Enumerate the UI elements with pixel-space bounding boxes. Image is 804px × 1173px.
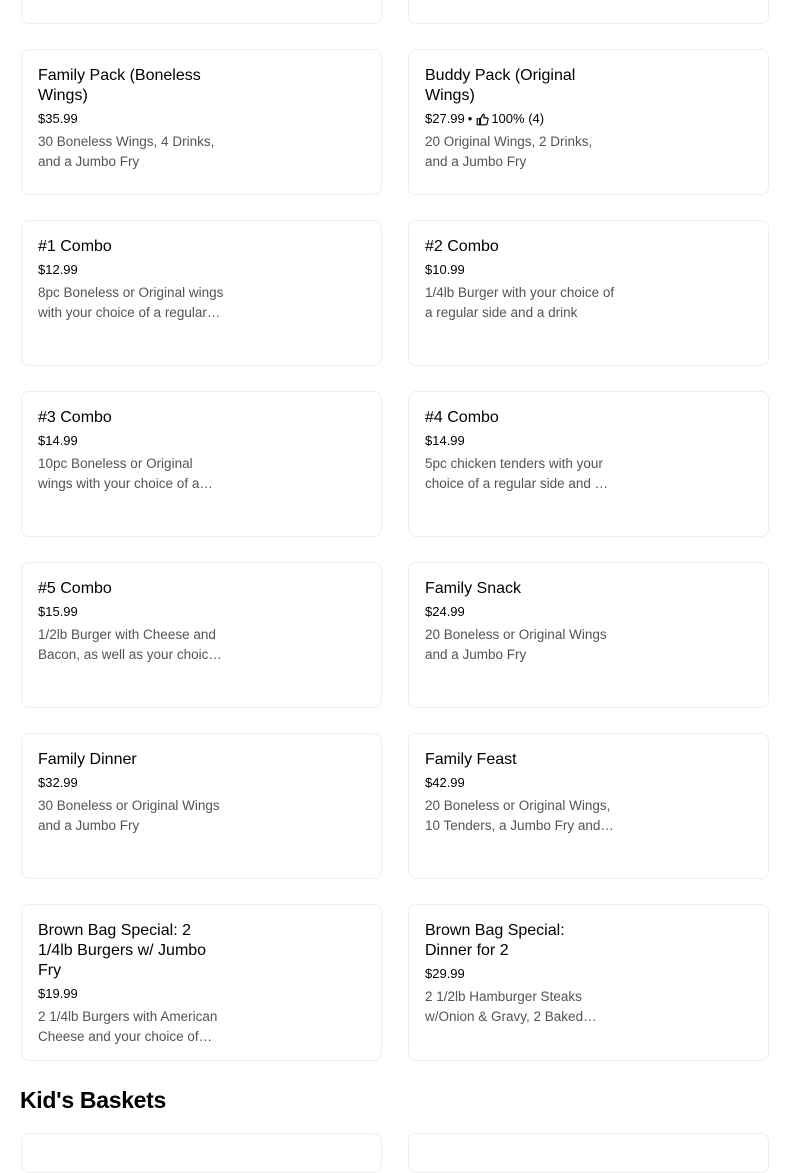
item-price: $35.99 xyxy=(38,111,78,126)
item-description: 5pc chicken tenders with your choice of … xyxy=(425,456,603,491)
item-price: $42.99 xyxy=(425,775,465,790)
item-price: $10.99 xyxy=(425,262,465,277)
menu-item-card[interactable]: Family Dinner $32.99 30 Boneless or Orig… xyxy=(21,733,382,879)
menu-item-card[interactable] xyxy=(408,1133,769,1173)
menu-item-card[interactable]: Family Pack (Boneless Wings) $35.99 30 B… xyxy=(21,49,382,195)
item-title: Family Pack (Boneless Wings) xyxy=(38,67,201,104)
item-rating: 100% (4) xyxy=(491,111,545,126)
item-price: $29.99 xyxy=(425,966,465,981)
item-price: $32.99 xyxy=(38,775,78,790)
item-description: 20 Original Wings, 2 Drinks, and a Jumbo… xyxy=(425,134,593,169)
menu-item-card[interactable]: Brown Bag Special: 2 1/4lb Burgers w/ Ju… xyxy=(21,904,382,1061)
item-description: 30 Boneless or Original Wings and a Jumb… xyxy=(38,798,220,833)
meta-separator: • xyxy=(467,111,473,126)
menu-item-card[interactable]: #1 Combo $12.99 8pc Boneless or Original… xyxy=(21,220,382,366)
item-description: 10pc Boneless or Original wings with you… xyxy=(38,456,200,491)
menu-item-card[interactable] xyxy=(408,0,769,24)
item-title: #2 Combo xyxy=(425,238,499,255)
item-description: 20 Boneless or Original Wings, 10 Tender… xyxy=(425,798,612,833)
item-description: 1/4lb Burger with your choice of a regul… xyxy=(425,285,615,320)
item-description: 30 Boneless Wings, 4 Drinks, and a Jumbo… xyxy=(38,134,215,169)
item-title: Family Snack xyxy=(425,580,522,597)
menu-item-card[interactable]: Family Snack $24.99 20 Boneless or Origi… xyxy=(408,562,769,708)
menu-item-card[interactable]: #5 Combo $15.99 1/2lb Burger with Cheese… xyxy=(21,562,382,708)
item-title: #4 Combo xyxy=(425,409,499,426)
item-description: 2 1/4lb Burgers with American Cheese and… xyxy=(38,1009,218,1044)
item-description: 20 Boneless or Original Wings and a Jumb… xyxy=(425,627,607,662)
menu-item-card[interactable] xyxy=(21,0,382,24)
section-title: Kid's Baskets xyxy=(20,1087,167,1113)
item-title: Family Dinner xyxy=(38,751,137,768)
item-title: Buddy Pack (Original Wings) xyxy=(425,67,576,104)
item-title: #1 Combo xyxy=(38,238,112,255)
item-title: #5 Combo xyxy=(38,580,112,597)
item-title: #3 Combo xyxy=(38,409,112,426)
thumbs-up-icon xyxy=(476,113,490,126)
item-price: $24.99 xyxy=(425,604,465,619)
item-price: $14.99 xyxy=(425,433,465,448)
item-price: $19.99 xyxy=(38,986,78,1001)
item-price: $14.99 xyxy=(38,433,78,448)
menu-item-card[interactable]: #3 Combo $14.99 10pc Boneless or Origina… xyxy=(21,391,382,537)
menu-item-card[interactable]: Brown Bag Special: Dinner for 2 $29.99 2… xyxy=(408,904,769,1061)
item-title: Brown Bag Special: 2 1/4lb Burgers w/ Ju… xyxy=(38,922,207,979)
item-title: Family Feast xyxy=(425,751,517,768)
item-description: 8pc Boneless or Original wings with your… xyxy=(38,285,224,320)
menu-item-card[interactable]: Buddy Pack (Original Wings) $27.99 • 100… xyxy=(408,49,769,195)
menu-item-card[interactable]: #2 Combo $10.99 1/4lb Burger with your c… xyxy=(408,220,769,366)
item-price: $27.99 xyxy=(425,111,465,126)
item-description: 2 1/2lb Hamburger Steaks w/Onion & Gravy… xyxy=(425,989,584,1024)
menu-item-card[interactable]: Family Feast $42.99 20 Boneless or Origi… xyxy=(408,733,769,879)
item-description: 1/2lb Burger with Cheese and Bacon, as w… xyxy=(38,627,216,662)
menu-item-card[interactable] xyxy=(21,1133,382,1173)
item-title: Brown Bag Special: Dinner for 2 xyxy=(425,922,565,959)
item-price: $12.99 xyxy=(38,262,78,277)
menu-item-card[interactable]: #4 Combo $14.99 5pc chicken tenders with… xyxy=(408,391,769,537)
item-price: $15.99 xyxy=(38,604,78,619)
